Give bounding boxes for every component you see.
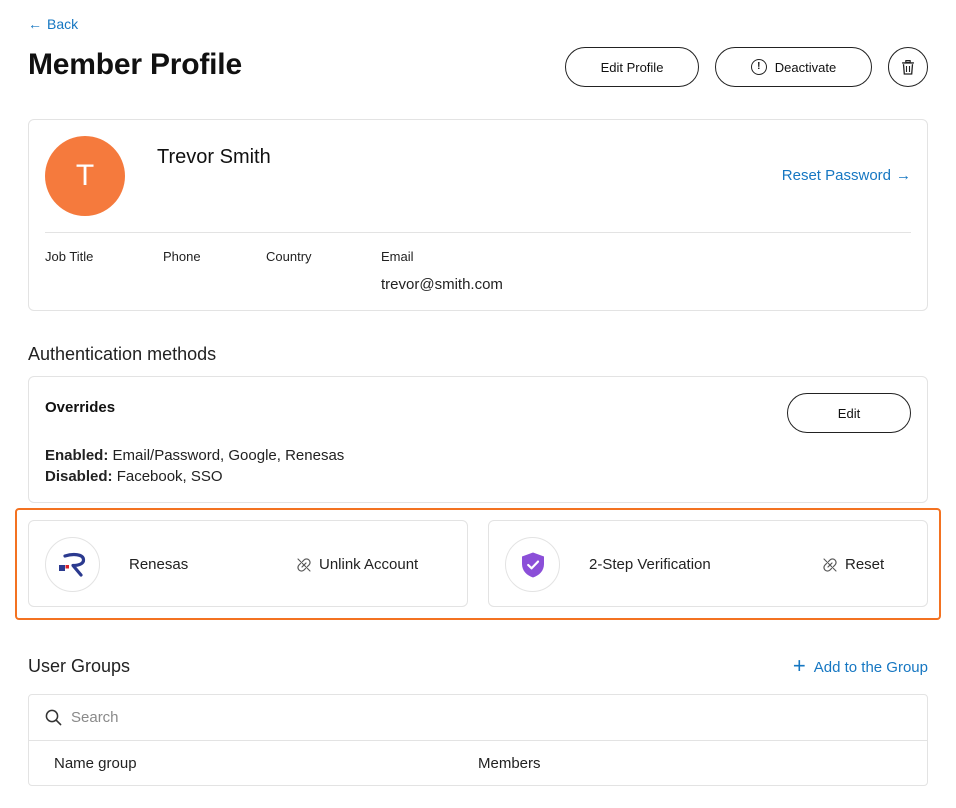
back-link[interactable]: ← Back: [28, 16, 78, 32]
email-value: trevor@smith.com: [381, 276, 503, 293]
unlink-account-button[interactable]: Unlink Account: [297, 556, 418, 573]
two-step-logo: [505, 537, 560, 592]
profile-divider: [45, 232, 911, 233]
plus-icon: +: [792, 653, 806, 678]
country-label: Country: [266, 249, 312, 264]
overrides-edit-button[interactable]: Edit: [787, 393, 911, 433]
profile-card: T Trevor Smith Reset Password → Job Titl…: [28, 119, 928, 311]
renesas-method-card: Renesas Unlink Account: [28, 520, 468, 607]
two-step-method-card: 2-Step Verification Reset: [488, 520, 928, 607]
email-label: Email: [381, 249, 414, 264]
search-row: [29, 695, 927, 741]
trash-icon: [902, 59, 914, 75]
edit-profile-button[interactable]: Edit Profile: [565, 47, 699, 87]
reset-two-step-label: Reset: [845, 556, 885, 573]
disabled-methods: Disabled: Facebook, SSO: [45, 468, 223, 485]
user-groups-title: User Groups: [28, 656, 131, 676]
enabled-methods: Enabled: Email/Password, Google, Renesas: [45, 447, 344, 464]
header-actions: Edit Profile ! Deactivate: [565, 47, 928, 87]
overrides-title: Overrides: [45, 399, 116, 416]
column-header-name-group[interactable]: Name group: [54, 755, 137, 772]
search-input[interactable]: [71, 709, 891, 726]
enabled-label: Enabled:: [45, 447, 109, 464]
arrow-left-icon: ←: [28, 16, 42, 32]
auth-overrides-card: Overrides Edit Enabled: Email/Password, …: [28, 376, 928, 503]
reset-two-step-button[interactable]: Reset: [823, 556, 884, 573]
unlink-icon: [823, 557, 837, 572]
renesas-logo-icon: [58, 552, 85, 577]
delete-button[interactable]: [888, 47, 928, 87]
auth-section-title: Authentication methods: [28, 344, 217, 364]
overrides-edit-label: Edit: [837, 405, 861, 421]
shield-check-icon: [521, 552, 544, 577]
job-title-label: Job Title: [45, 249, 94, 264]
phone-label: Phone: [163, 249, 201, 264]
user-groups-table: Name group Members: [28, 694, 928, 786]
edit-profile-label: Edit Profile: [600, 59, 664, 75]
unlink-icon: [297, 557, 311, 572]
disabled-label: Disabled:: [45, 468, 113, 485]
renesas-logo: [45, 537, 100, 592]
renesas-method-name: Renesas: [129, 556, 189, 573]
reset-password-label: Reset Password: [781, 167, 891, 184]
page-title: Member Profile: [28, 48, 242, 81]
back-label: Back: [47, 16, 79, 32]
disabled-value: Facebook, SSO: [116, 468, 223, 485]
profile-name: Trevor Smith: [157, 146, 271, 168]
deactivate-label: Deactivate: [774, 59, 837, 75]
add-to-group-label: Add to the Group: [813, 658, 928, 676]
add-to-group-button[interactable]: + Add to the Group: [792, 653, 928, 678]
info-icon: !: [750, 59, 767, 75]
search-icon: [43, 708, 63, 728]
reset-password-link[interactable]: Reset Password →: [782, 167, 911, 184]
column-header-members[interactable]: Members: [478, 755, 541, 772]
enabled-value: Email/Password, Google, Renesas: [112, 447, 345, 464]
arrow-right-icon: →: [896, 167, 911, 184]
avatar: T: [45, 136, 125, 216]
two-step-method-name: 2-Step Verification: [589, 556, 711, 573]
unlink-account-label: Unlink Account: [319, 556, 419, 573]
deactivate-button[interactable]: ! Deactivate: [715, 47, 872, 87]
